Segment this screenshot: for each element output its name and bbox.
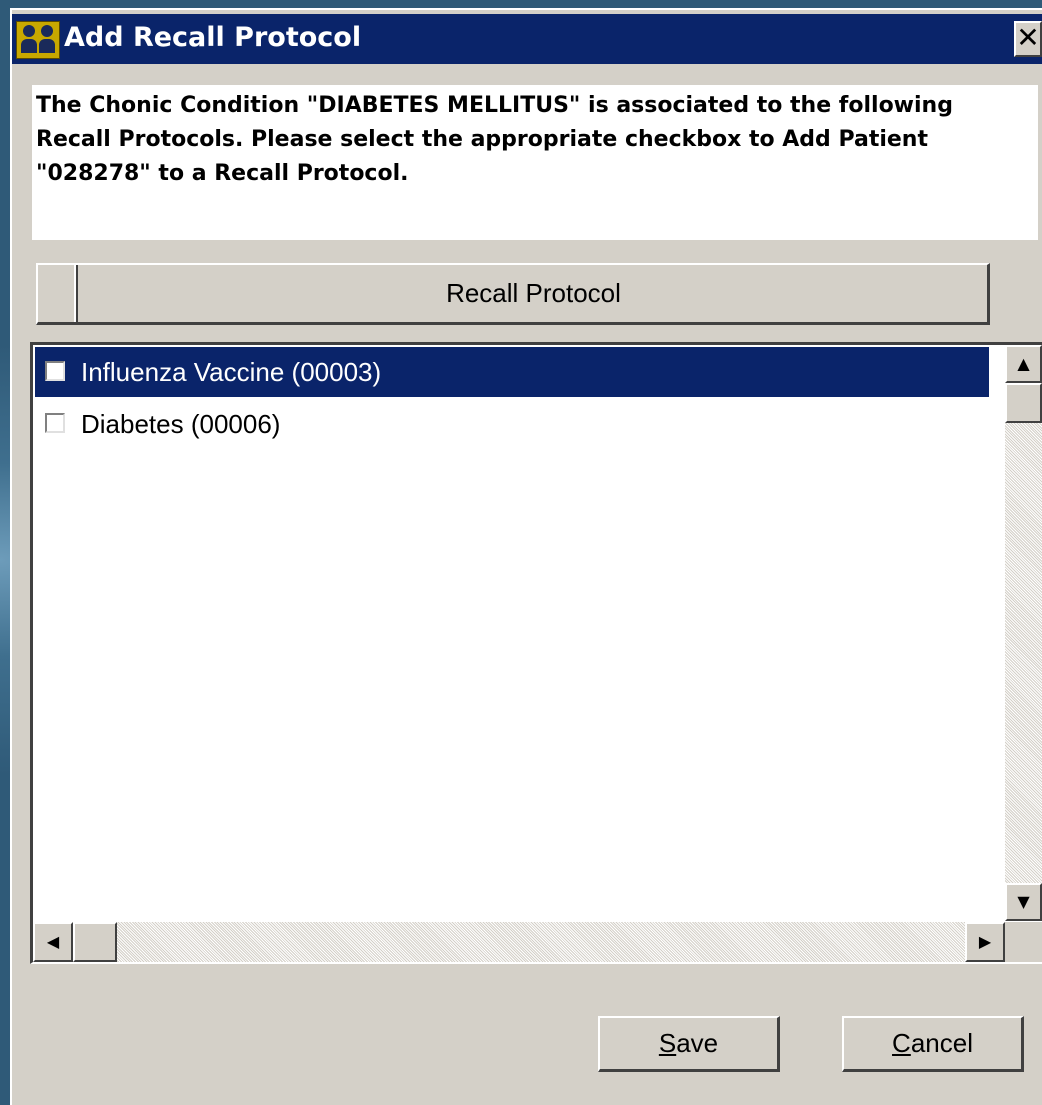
scroll-right-button[interactable]: ▶ <box>965 922 1005 962</box>
list-item-label: Diabetes (00006) <box>81 409 281 439</box>
scroll-left-button[interactable]: ◀ <box>33 922 73 962</box>
arrow-left-icon: ◀ <box>46 932 60 951</box>
scroll-up-button[interactable]: ▲ <box>1005 345 1042 383</box>
close-icon: ✕ <box>1016 21 1040 54</box>
horizontal-scrollbar[interactable]: ◀ ▶ <box>33 922 1005 962</box>
patients-group-icon <box>16 21 60 59</box>
arrow-right-icon: ▶ <box>978 932 992 951</box>
cancel-button-label: Cancel <box>892 1028 973 1058</box>
recall-protocol-column-header[interactable]: Recall Protocol <box>80 265 987 322</box>
arrow-down-icon: ▼ <box>1017 892 1030 911</box>
checkbox-column-header[interactable] <box>38 265 78 322</box>
cancel-button[interactable]: Cancel <box>842 1016 1024 1072</box>
close-button[interactable]: ✕ <box>1014 21 1042 57</box>
list-item-label: Influenza Vaccine (00003) <box>81 357 382 387</box>
recall-protocol-list[interactable]: Influenza Vaccine (00003) Diabetes (0000… <box>30 342 1042 964</box>
list-item[interactable]: Influenza Vaccine (00003) <box>35 347 989 397</box>
influenza-checkbox[interactable] <box>45 361 65 381</box>
save-button[interactable]: Save <box>598 1016 780 1072</box>
list-item[interactable]: Diabetes (00006) <box>35 399 989 449</box>
arrow-up-icon: ▲ <box>1017 354 1030 373</box>
scrollbar-corner <box>1005 922 1042 962</box>
scroll-down-button[interactable]: ▼ <box>1005 883 1042 921</box>
title-bar[interactable]: Add Recall Protocol ✕ <box>12 14 1042 64</box>
dialog-title: Add Recall Protocol <box>64 22 362 53</box>
vertical-scroll-thumb[interactable] <box>1005 383 1042 423</box>
list-column-header[interactable]: Recall Protocol <box>36 263 990 325</box>
save-button-label: Save <box>658 1028 719 1058</box>
vertical-scrollbar[interactable]: ▲ ▼ <box>1005 345 1042 921</box>
add-recall-protocol-dialog: Add Recall Protocol ✕ The Chonic Conditi… <box>10 8 1042 1105</box>
horizontal-scroll-thumb[interactable] <box>73 922 117 962</box>
instruction-message: The Chonic Condition "DIABETES MELLITUS"… <box>32 85 1038 240</box>
diabetes-checkbox[interactable] <box>45 413 65 433</box>
